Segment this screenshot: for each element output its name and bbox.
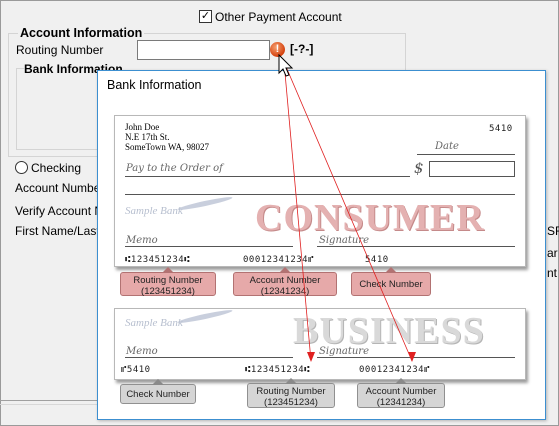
- mouse-cursor-icon: [278, 53, 294, 77]
- pointer-arrows: [278, 53, 416, 362]
- routing-arrowhead: [307, 352, 315, 362]
- routing-pointer-line: [283, 61, 312, 362]
- account-arrowhead: [408, 352, 416, 362]
- account-pointer-line: [283, 61, 413, 362]
